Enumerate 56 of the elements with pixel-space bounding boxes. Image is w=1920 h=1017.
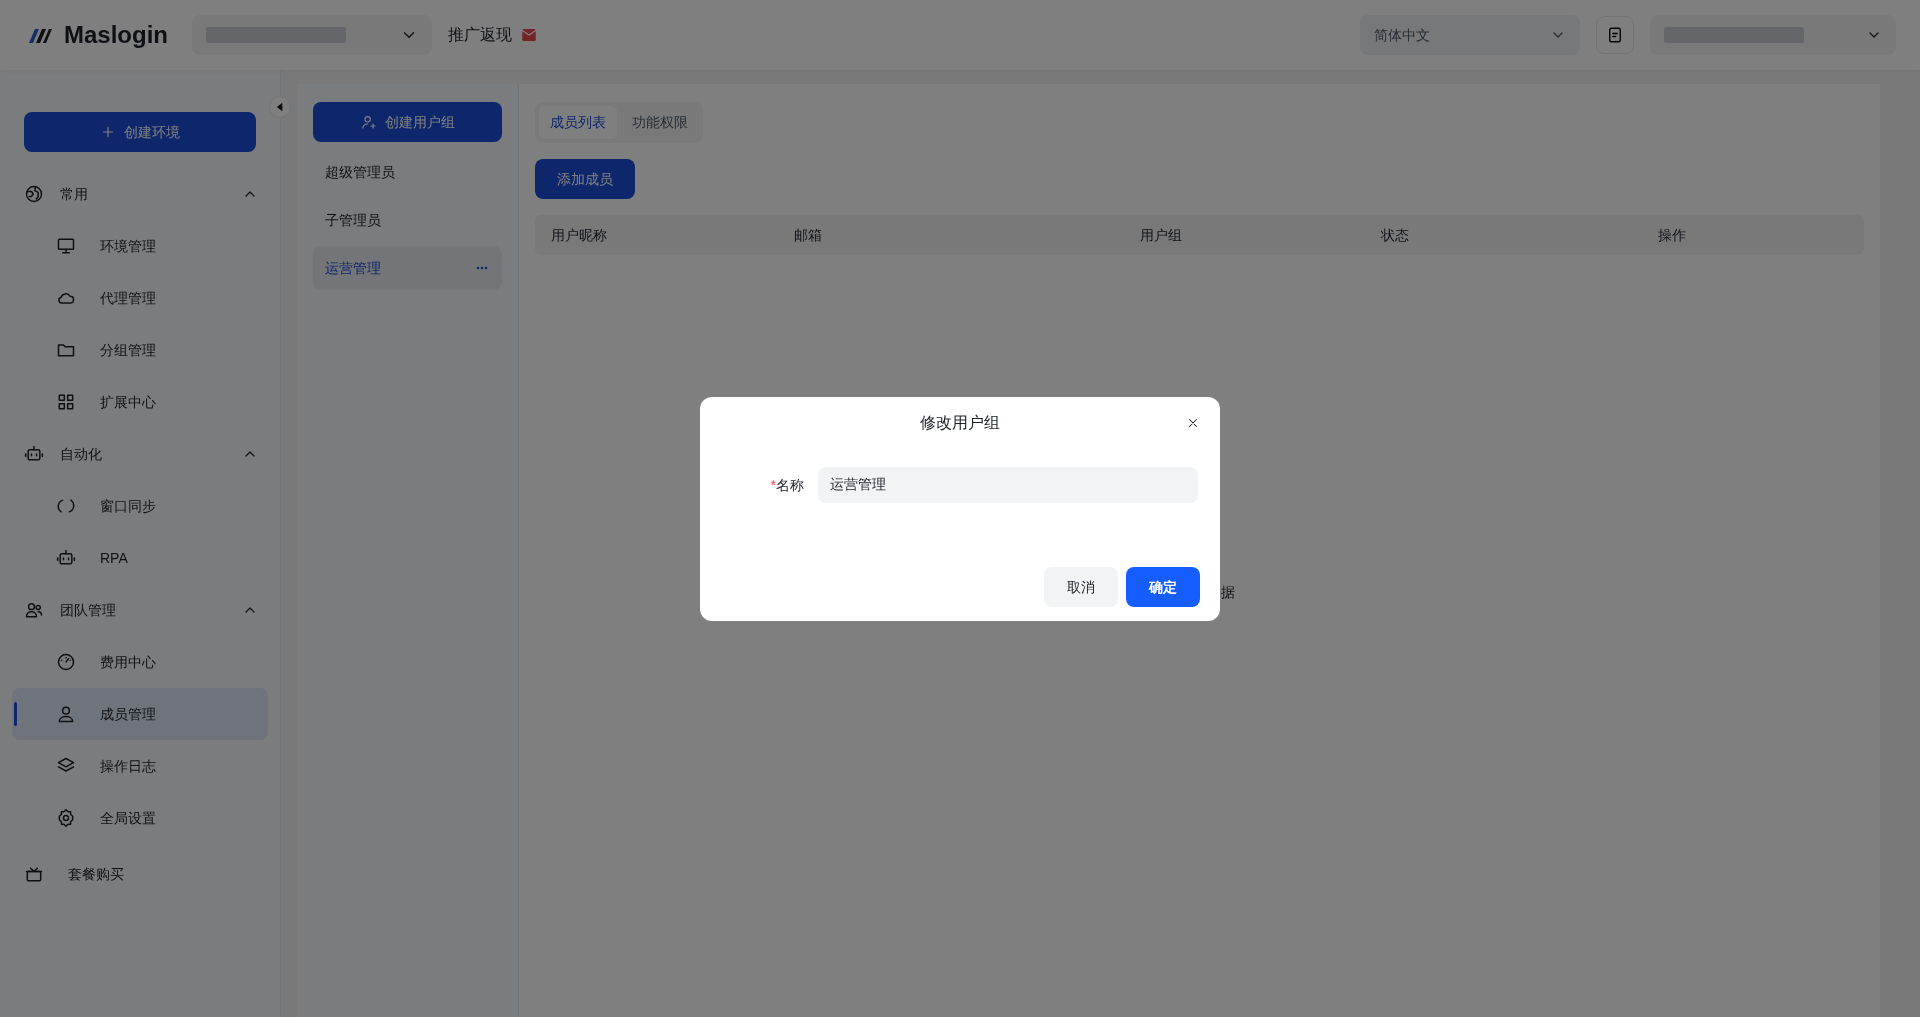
name-field[interactable]: 运营管理 bbox=[818, 467, 1198, 503]
empty-state-text: 据 bbox=[1221, 583, 1235, 602]
dialog-title: 修改用户组 bbox=[920, 413, 1000, 433]
close-button[interactable] bbox=[1186, 416, 1200, 430]
field-label: 名称 bbox=[776, 475, 804, 495]
close-icon bbox=[1186, 416, 1200, 430]
robot-icon bbox=[56, 548, 76, 568]
sidebar-item[interactable]: 分组管理 bbox=[12, 324, 268, 376]
group-item[interactable]: 子管理员 bbox=[313, 198, 502, 242]
sync-icon bbox=[56, 496, 76, 516]
group-item[interactable]: 运营管理 bbox=[313, 246, 502, 290]
envelope-icon bbox=[520, 26, 538, 44]
cancel-button[interactable]: 取消 bbox=[1044, 567, 1118, 607]
sidebar-item[interactable]: 操作日志 bbox=[12, 740, 268, 792]
sidebar-item[interactable]: 扩展中心 bbox=[12, 376, 268, 428]
globe-icon bbox=[24, 184, 44, 204]
sidebar-section[interactable]: 自动化 bbox=[12, 428, 268, 480]
sidebar-item[interactable]: 套餐购买 bbox=[12, 848, 268, 900]
column-header: 操作 bbox=[1658, 225, 1686, 245]
document-button[interactable] bbox=[1596, 16, 1634, 54]
column-header: 用户昵称 bbox=[550, 225, 608, 245]
create-group-button[interactable]: 创建用户组 bbox=[313, 102, 502, 142]
sidebar-item[interactable]: RPA bbox=[12, 532, 268, 584]
sidebar-item[interactable]: 成员管理 bbox=[12, 688, 268, 740]
column-header: 状态 bbox=[1381, 225, 1410, 245]
user-plus-icon bbox=[360, 114, 377, 130]
sidebar-section[interactable]: 团队管理 bbox=[12, 584, 268, 636]
tab[interactable]: 功能权限 bbox=[621, 106, 699, 139]
people-icon bbox=[24, 600, 44, 620]
sidebar-item[interactable]: 费用中心 bbox=[12, 636, 268, 688]
language-select[interactable]: 简体中文 bbox=[1360, 15, 1580, 55]
group-item[interactable]: 超级管理员 bbox=[313, 150, 502, 194]
grid-icon bbox=[56, 392, 76, 412]
required-asterisk: * bbox=[770, 475, 776, 495]
document-icon bbox=[1606, 26, 1624, 44]
confirm-button[interactable]: 确定 bbox=[1126, 567, 1200, 607]
gauge-icon bbox=[56, 652, 76, 672]
column-header: 邮箱 bbox=[794, 225, 823, 245]
sidebar-section[interactable]: 常用 bbox=[12, 168, 268, 220]
sidebar-item[interactable]: 全局设置 bbox=[12, 792, 268, 844]
sidebar-item[interactable]: 环境管理 bbox=[12, 220, 268, 272]
user-icon bbox=[56, 704, 76, 724]
collapse-button[interactable] bbox=[269, 96, 291, 118]
logo-text: Maslogin bbox=[64, 20, 168, 50]
sidebar-item[interactable]: 窗口同步 bbox=[12, 480, 268, 532]
create-environment-button[interactable]: 创建环境 bbox=[24, 112, 256, 152]
monitor-icon bbox=[56, 236, 76, 256]
column-header: 用户组 bbox=[1140, 225, 1183, 245]
promo-link[interactable]: 推广返现 bbox=[448, 23, 512, 47]
caret-left-icon bbox=[275, 102, 285, 112]
tab[interactable]: 成员列表 bbox=[539, 106, 617, 139]
plus-icon bbox=[100, 124, 116, 140]
add-member-button[interactable]: 添加成员 bbox=[535, 159, 635, 199]
sidebar-item[interactable]: 代理管理 bbox=[12, 272, 268, 324]
robot-icon bbox=[24, 444, 44, 464]
settings-icon bbox=[56, 808, 76, 828]
